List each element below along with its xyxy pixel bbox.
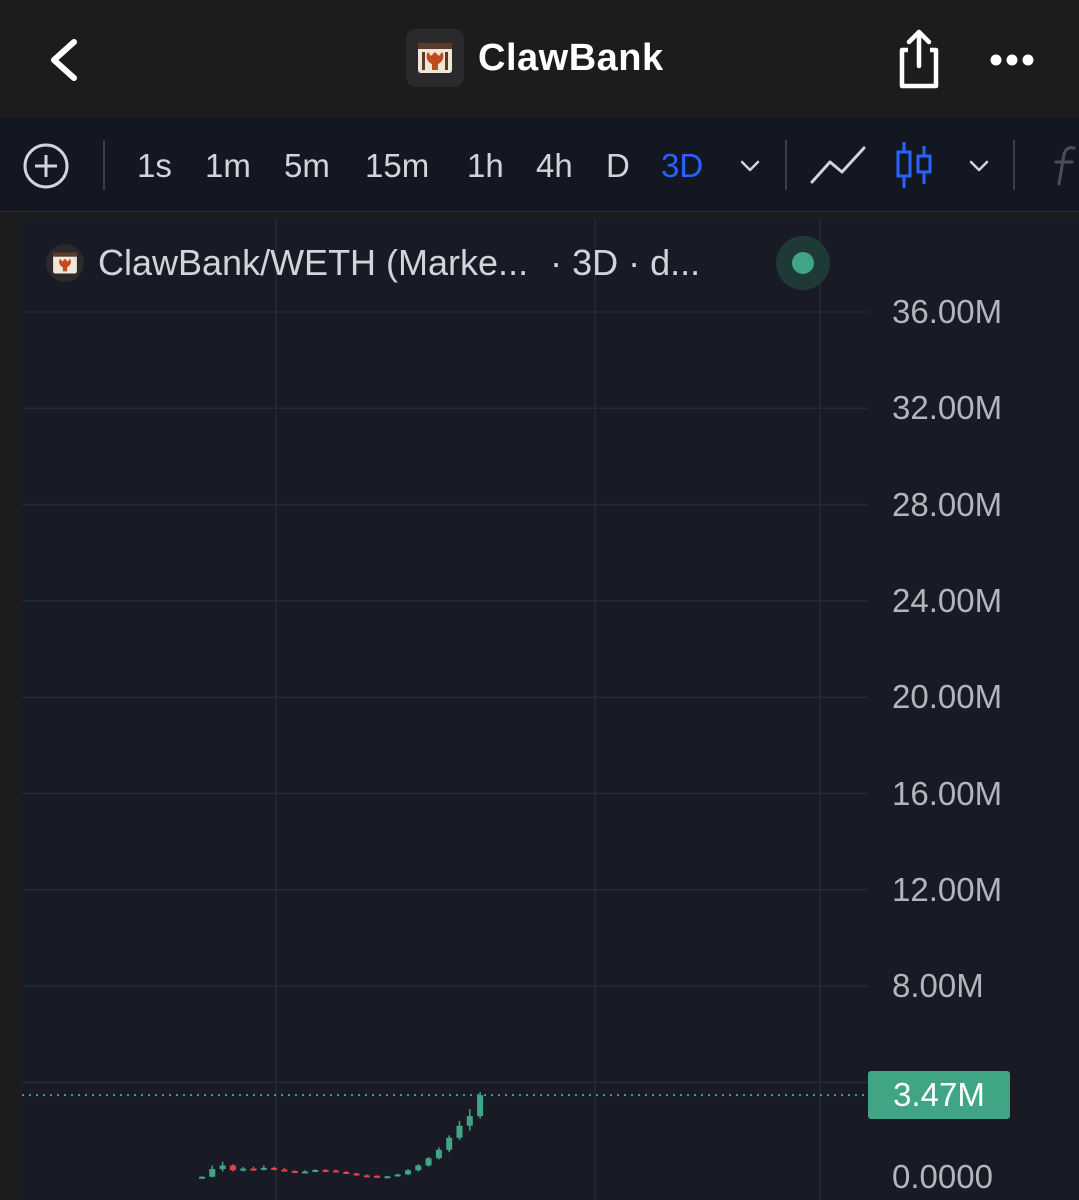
y-axis-tick-label: 0.0000 [892, 1157, 993, 1195]
candle-down [322, 1170, 329, 1173]
more-options-button[interactable] [984, 40, 1040, 80]
chevron-left-icon [51, 39, 77, 81]
candle-up [477, 1095, 484, 1117]
last-price-tag: 3.47M [868, 1071, 1010, 1120]
chevron-down-icon [969, 160, 989, 172]
candles-chart-type-button[interactable] [893, 138, 935, 192]
candle-up [260, 1167, 267, 1170]
chart-toolbar: 1s 1m 5m 15m 1h 4h D 3D [0, 118, 1079, 212]
share-icon [899, 29, 939, 89]
candle-up [240, 1168, 247, 1171]
candle-up [199, 1176, 205, 1179]
candle-down [332, 1170, 339, 1173]
indicators-button[interactable] [1044, 140, 1079, 190]
status-dot-icon [792, 252, 814, 274]
candle-down [250, 1168, 257, 1171]
timeframe-5m[interactable]: 5m [284, 146, 330, 186]
share-button[interactable] [890, 26, 948, 92]
y-axis-tick-label: 28.00M [892, 485, 1003, 523]
candle-down [343, 1171, 350, 1174]
back-button[interactable] [38, 30, 94, 90]
candle-up [435, 1149, 442, 1159]
legend-interval: · 3D · d... [550, 242, 701, 283]
y-axis-tick-label: 16.00M [892, 774, 1003, 812]
line-chart-icon [810, 146, 866, 184]
timeframe-d[interactable]: D [606, 146, 630, 186]
candle-down [229, 1165, 236, 1171]
token-logo-icon [46, 244, 84, 282]
timeframe-4h[interactable]: 4h [536, 146, 573, 186]
nav-title-group: ClawBank [406, 28, 664, 88]
candle-down [291, 1170, 298, 1173]
candle-up [394, 1174, 401, 1177]
chart-pane[interactable]: ClawBank/WETH (Marke... · 3D · d... 36.0… [22, 220, 1079, 1200]
chart-legend[interactable]: ClawBank/WETH (Marke... · 3D · d... [46, 240, 700, 286]
toolbar-divider [1013, 140, 1015, 190]
toolbar-divider [785, 140, 787, 190]
candle-down [353, 1173, 360, 1176]
timeframe-3d[interactable]: 3D [661, 146, 703, 186]
candle-up [446, 1137, 453, 1150]
clawbank-logo-icon [406, 29, 464, 87]
timeframe-15m[interactable]: 15m [365, 146, 429, 186]
add-indicator-button[interactable] [22, 142, 70, 190]
candle-up [219, 1165, 226, 1170]
timeframe-1s[interactable]: 1s [137, 146, 172, 186]
y-axis-tick-label: 12.00M [892, 870, 1003, 908]
candle-up [415, 1165, 422, 1171]
candle-up [209, 1169, 216, 1177]
candle-down [363, 1175, 370, 1178]
candle-down [271, 1167, 278, 1170]
candle-up [466, 1116, 473, 1126]
navbar: ClawBank [0, 0, 1079, 118]
timeframe-1h[interactable]: 1h [467, 146, 504, 186]
toolbar-divider [103, 140, 105, 190]
chevron-down-icon [740, 160, 760, 172]
legend-symbol: ClawBank/WETH (Marke... [98, 242, 529, 283]
y-axis-tick-label: 8.00M [892, 967, 984, 1005]
candle-up [425, 1158, 432, 1166]
candlestick-icon [896, 142, 932, 188]
y-axis-tick-label: 20.00M [892, 678, 1003, 716]
timeframe-1m[interactable]: 1m [205, 146, 251, 186]
chart-type-dropdown-button[interactable] [965, 152, 993, 180]
y-axis-tick-label: 24.00M [892, 581, 1003, 619]
candle-up [312, 1170, 319, 1173]
page-title: ClawBank [478, 36, 664, 79]
candle-up [384, 1176, 391, 1179]
timeframe-dropdown-button[interactable] [736, 152, 764, 180]
candle-down [281, 1169, 288, 1172]
candle-up [456, 1125, 463, 1138]
candle-up [302, 1171, 308, 1174]
more-horizontal-icon [990, 54, 1034, 66]
y-axis-tick-label: 32.00M [892, 389, 1003, 427]
y-axis-tick-label: 36.00M [892, 293, 1003, 330]
plus-circle-icon [23, 143, 69, 189]
candle-down [374, 1175, 381, 1178]
market-status-indicator[interactable] [776, 236, 830, 290]
candle-up [405, 1170, 411, 1175]
line-chart-type-button[interactable] [808, 140, 868, 190]
function-icon [1054, 146, 1076, 186]
